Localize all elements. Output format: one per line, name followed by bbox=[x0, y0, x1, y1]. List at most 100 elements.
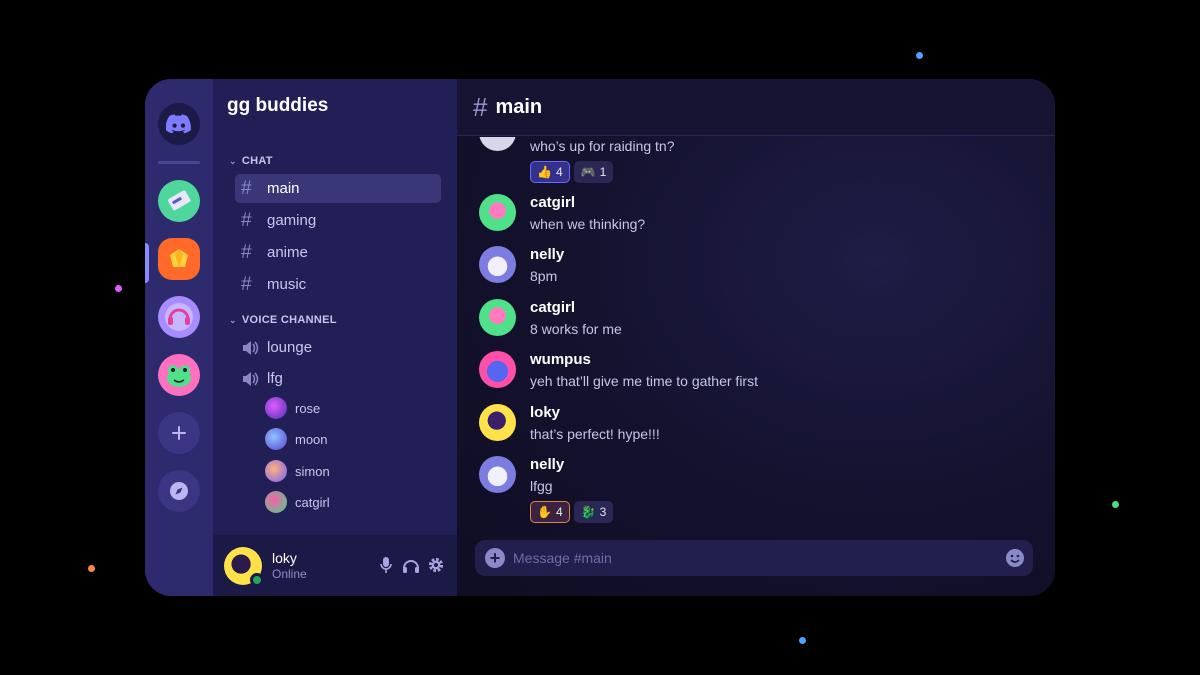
voice-user-simon[interactable]: simon bbox=[265, 460, 330, 482]
category-chat[interactable]: ⌄ CHAT bbox=[229, 155, 273, 167]
decor-dot bbox=[916, 52, 923, 59]
headphones-server-icon[interactable] bbox=[158, 296, 200, 338]
gear-icon[interactable] bbox=[427, 556, 445, 574]
message-author[interactable]: nelly bbox=[530, 456, 613, 474]
speaker-icon bbox=[241, 340, 267, 356]
channel-gaming[interactable]: # gaming bbox=[235, 206, 441, 235]
headphones-icon[interactable] bbox=[402, 556, 420, 574]
online-status-icon bbox=[250, 572, 264, 587]
category-voice[interactable]: ⌄ VOICE CHANNEL bbox=[229, 314, 337, 326]
reaction-emoji: 🎮 bbox=[580, 165, 596, 179]
compass-icon[interactable] bbox=[158, 470, 200, 512]
channel-sidebar: gg buddies ⌄ CHAT # main # gaming # anime # m… bbox=[213, 79, 457, 596]
reaction-button[interactable]: 🐉 3 bbox=[573, 501, 614, 523]
avatar bbox=[265, 397, 287, 419]
hash-icon: # bbox=[241, 241, 252, 263]
discord-window: gg buddies ⌄ CHAT # main # gaming # anime # m… bbox=[145, 79, 1055, 596]
avatar bbox=[479, 456, 516, 493]
category-label: VOICE CHANNEL bbox=[241, 314, 337, 326]
message-author[interactable]: loky bbox=[530, 404, 660, 422]
message[interactable]: catgirl 8 works for me bbox=[479, 299, 622, 338]
channel-label: anime bbox=[267, 244, 308, 261]
add-attachment-icon[interactable]: + bbox=[485, 548, 505, 568]
reactions: 👍 4 🎮 1 bbox=[530, 161, 675, 183]
avatar[interactable] bbox=[224, 546, 264, 587]
reactions: ✋ 4 🐉 3 bbox=[530, 501, 614, 523]
avatar bbox=[265, 428, 287, 450]
voice-user-catgirl[interactable]: catgirl bbox=[265, 491, 330, 513]
frog-server-icon[interactable] bbox=[158, 354, 200, 396]
message-author[interactable]: catgirl bbox=[530, 299, 622, 317]
channel-label: lfg bbox=[267, 370, 283, 387]
reaction-button[interactable]: 🎮 1 bbox=[573, 161, 614, 183]
reaction-count: 1 bbox=[599, 165, 607, 179]
message[interactable]: nelly lfgg ✋ 4 🐉 3 bbox=[479, 456, 614, 523]
message-text: 8 works for me bbox=[530, 321, 622, 337]
avatar-clip bbox=[479, 137, 516, 151]
message[interactable]: catgirl when we thinking? bbox=[479, 194, 645, 233]
message[interactable]: nelly 8pm bbox=[479, 246, 564, 285]
channel-label: gaming bbox=[267, 212, 317, 229]
ticket-server-icon[interactable] bbox=[158, 180, 200, 222]
voice-user-label: simon bbox=[295, 463, 330, 479]
message-author[interactable]: wumpus bbox=[530, 351, 758, 369]
user-status: Online bbox=[272, 567, 307, 581]
message-text: that’s perfect! hype!!! bbox=[530, 426, 660, 442]
avatar bbox=[479, 404, 516, 441]
message-author[interactable]: nelly bbox=[530, 246, 564, 264]
avatar bbox=[479, 194, 516, 231]
channel-label: lounge bbox=[267, 339, 313, 356]
voice-user-label: moon bbox=[295, 431, 328, 447]
message-text: yeh that’ll give me time to gather first bbox=[530, 373, 758, 389]
microphone-icon[interactable] bbox=[377, 556, 395, 574]
message[interactable]: loky that’s perfect! hype!!! bbox=[479, 404, 660, 443]
hash-icon: # bbox=[241, 273, 252, 295]
avatar bbox=[479, 299, 516, 336]
reaction-button[interactable]: ✋ 4 bbox=[530, 501, 570, 523]
discord-logo-icon[interactable] bbox=[158, 103, 200, 145]
avatar bbox=[265, 460, 287, 482]
message-composer[interactable]: + Message #main bbox=[475, 540, 1033, 576]
reaction-emoji: 🐉 bbox=[580, 505, 596, 519]
chat-area: # main who’s up for raiding tn? 👍 4 🎮 1 ca… bbox=[457, 79, 1055, 596]
decor-dot bbox=[88, 565, 95, 572]
reaction-emoji: 👍 bbox=[537, 165, 552, 179]
hash-icon: # bbox=[473, 91, 488, 122]
channel-main[interactable]: # main bbox=[235, 174, 441, 203]
channel-title: main bbox=[495, 95, 543, 118]
channel-label: main bbox=[267, 180, 300, 197]
avatar bbox=[265, 491, 287, 513]
gem-server-icon[interactable] bbox=[158, 238, 200, 280]
message-input[interactable]: Message #main bbox=[513, 550, 612, 566]
reaction-button[interactable]: 👍 4 bbox=[530, 161, 570, 183]
voice-channel-lounge[interactable]: lounge bbox=[235, 333, 441, 362]
avatar bbox=[479, 351, 516, 388]
message[interactable]: who’s up for raiding tn? 👍 4 🎮 1 bbox=[479, 137, 675, 183]
message-author[interactable]: catgirl bbox=[530, 194, 645, 212]
reaction-count: 4 bbox=[555, 165, 563, 179]
chevron-down-icon: ⌄ bbox=[229, 315, 237, 325]
channel-anime[interactable]: # anime bbox=[235, 238, 441, 267]
voice-channel-lfg[interactable]: lfg bbox=[235, 364, 441, 393]
message[interactable]: wumpus yeh that’ll give me time to gather… bbox=[479, 351, 758, 390]
reaction-count: 4 bbox=[555, 505, 563, 519]
message-text: 8pm bbox=[530, 268, 558, 284]
voice-user-rose[interactable]: rose bbox=[265, 397, 320, 419]
username: loky bbox=[272, 550, 297, 566]
voice-user-label: catgirl bbox=[295, 494, 330, 510]
rail-separator bbox=[158, 161, 200, 164]
hash-icon: # bbox=[241, 177, 252, 199]
server-name[interactable]: gg buddies bbox=[227, 95, 328, 117]
chevron-down-icon: ⌄ bbox=[229, 156, 237, 166]
server-rail bbox=[145, 79, 213, 596]
channel-label: music bbox=[267, 276, 307, 293]
speaker-icon bbox=[241, 371, 267, 387]
channel-music[interactable]: # music bbox=[235, 270, 441, 299]
active-server-indicator bbox=[145, 243, 149, 283]
avatar bbox=[479, 137, 516, 151]
message-text: who’s up for raiding tn? bbox=[530, 138, 675, 154]
reaction-count: 3 bbox=[599, 505, 607, 519]
voice-user-moon[interactable]: moon bbox=[265, 428, 328, 450]
add-server-icon[interactable] bbox=[158, 412, 200, 454]
emoji-picker-icon[interactable] bbox=[1005, 548, 1025, 568]
